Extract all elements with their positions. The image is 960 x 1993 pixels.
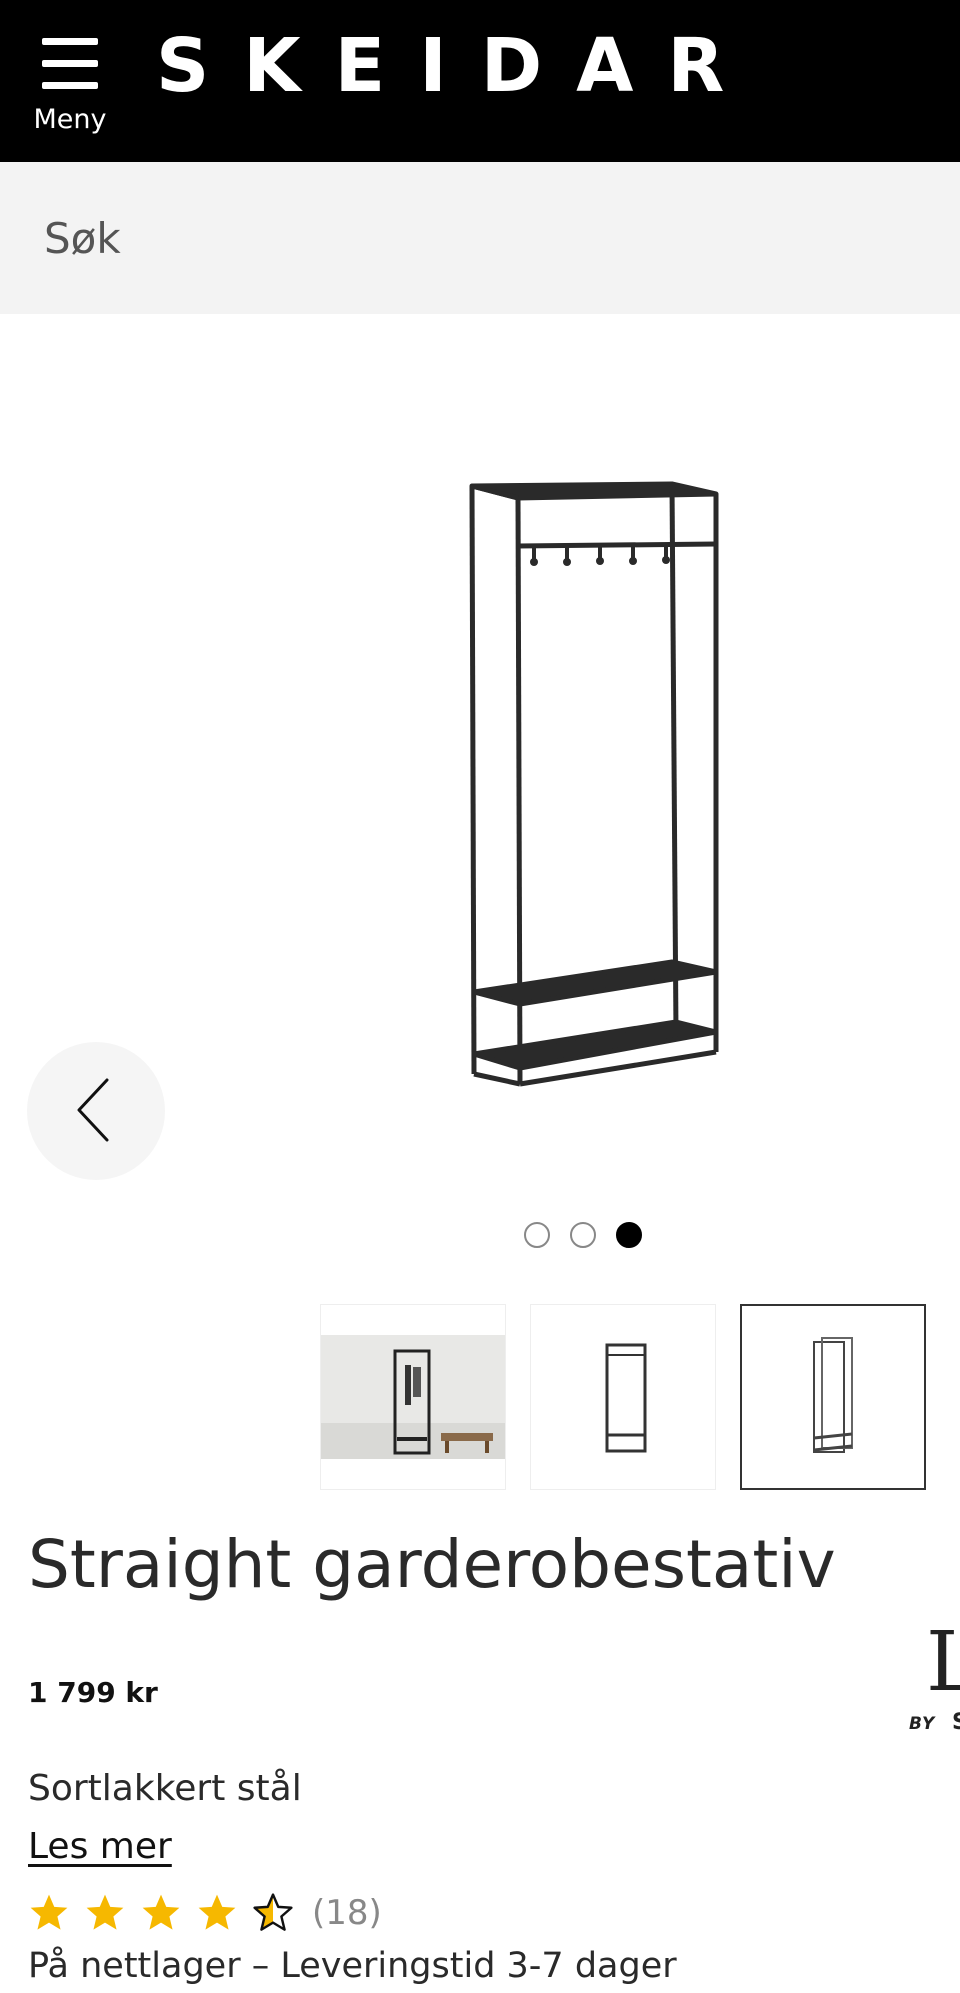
product-title: Straight garderobestativ xyxy=(28,1526,836,1603)
brand-logo-s: S xyxy=(952,1710,960,1735)
site-logo[interactable]: SKEIDAR xyxy=(156,26,758,106)
product-gallery xyxy=(0,314,960,1284)
thumbnail-image xyxy=(321,1335,505,1459)
menu-button[interactable]: Meny xyxy=(28,30,112,140)
thumbnail-image xyxy=(813,1337,853,1453)
carousel-dots xyxy=(524,1222,642,1252)
thumbnail-strip xyxy=(320,1304,926,1490)
site-header: Meny SKEIDAR xyxy=(0,0,960,162)
product-material: Sortlakkert stål xyxy=(28,1768,302,1809)
star-icon xyxy=(30,1894,68,1930)
thumbnail-angled-view[interactable] xyxy=(740,1304,926,1490)
product-price: 1 799 kr xyxy=(28,1676,158,1709)
thumbnail-room-scene[interactable] xyxy=(320,1304,506,1490)
brand-logo[interactable]: L BY S xyxy=(904,1618,960,1742)
menu-label: Meny xyxy=(33,104,107,135)
hamburger-icon-bar xyxy=(42,60,98,67)
thumbnail-front-view[interactable] xyxy=(530,1304,716,1490)
brand-logo-letter: L xyxy=(926,1618,960,1710)
hamburger-icon xyxy=(42,38,98,45)
product-rating[interactable]: (18) xyxy=(28,1888,382,1938)
star-icon xyxy=(142,1894,180,1930)
star-icon xyxy=(198,1894,236,1930)
search-input[interactable] xyxy=(0,162,944,314)
stock-status: På nettlager – Leveringstid 3-7 dager xyxy=(28,1946,677,1986)
carousel-dot[interactable] xyxy=(570,1222,596,1248)
thumbnail-image xyxy=(605,1343,647,1453)
chevron-left-icon xyxy=(77,1078,109,1142)
review-count[interactable]: (18) xyxy=(312,1893,382,1933)
read-more-link[interactable]: Les mer xyxy=(28,1826,172,1867)
carousel-dot-active[interactable] xyxy=(616,1222,642,1248)
previous-image-button[interactable] xyxy=(27,1042,165,1180)
carousel-dot[interactable] xyxy=(524,1222,550,1248)
rating-stars xyxy=(28,1892,294,1934)
half-star-icon xyxy=(253,1893,293,1931)
star-icon xyxy=(86,1894,124,1930)
search-bar xyxy=(0,162,960,314)
hamburger-icon-bar xyxy=(42,82,98,89)
product-image xyxy=(469,481,719,1087)
brand-logo-by: BY xyxy=(909,1714,936,1734)
